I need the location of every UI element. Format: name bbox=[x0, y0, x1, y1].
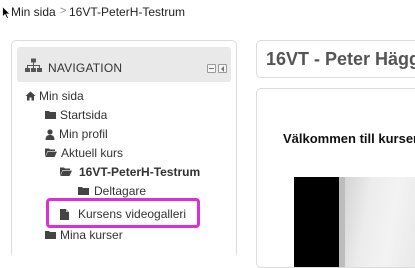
highlight-box: Kursens videogalleri bbox=[46, 198, 200, 228]
nav-item-label: Startsida bbox=[60, 108, 108, 122]
nav-item-label: Kursens videogalleri bbox=[78, 207, 187, 221]
breadcrumb-home-link[interactable]: Min sida bbox=[11, 5, 56, 19]
nav-item-label: Deltagare bbox=[94, 184, 147, 198]
minimize-block-icon[interactable] bbox=[207, 64, 216, 73]
navigation-title: NAVIGATION bbox=[48, 61, 123, 75]
user-icon bbox=[45, 129, 55, 140]
dock-block-icon[interactable] bbox=[218, 64, 227, 73]
course-header: 16VT - Peter Hägg bbox=[256, 40, 415, 78]
file-icon bbox=[60, 209, 69, 220]
folder-open-icon bbox=[60, 167, 72, 176]
video-thumbnail[interactable] bbox=[294, 177, 415, 267]
sitemap-icon bbox=[25, 58, 42, 72]
folder-open-icon bbox=[45, 148, 57, 157]
nav-item-label: Min profil bbox=[59, 127, 108, 141]
nav-item-label: Aktuell kurs bbox=[61, 146, 124, 160]
course-content: Välkommen till kursen bbox=[256, 88, 415, 268]
folder-icon bbox=[78, 187, 89, 195]
breadcrumb-course-link[interactable]: 16VT-PeterH-Testrum bbox=[69, 5, 185, 19]
home-icon bbox=[25, 91, 36, 101]
folder-icon bbox=[45, 231, 56, 239]
nav-item-label: Min sida bbox=[39, 89, 84, 103]
video-frame-shade bbox=[339, 177, 345, 267]
navigation-header: NAVIGATION bbox=[17, 47, 231, 82]
nav-item-label: 16VT-PeterH-Testrum bbox=[79, 165, 201, 179]
video-frame bbox=[339, 177, 415, 267]
mouse-cursor-icon bbox=[2, 6, 11, 19]
page-title: 16VT - Peter Hägg bbox=[266, 49, 415, 69]
folder-icon bbox=[45, 111, 56, 119]
breadcrumb-separator: > bbox=[60, 5, 67, 17]
welcome-heading: Välkommen till kursen bbox=[283, 131, 415, 146]
nav-item-label: Mina kurser bbox=[60, 228, 123, 242]
breadcrumb: Min sida > 16VT-PeterH-Testrum bbox=[0, 0, 415, 24]
